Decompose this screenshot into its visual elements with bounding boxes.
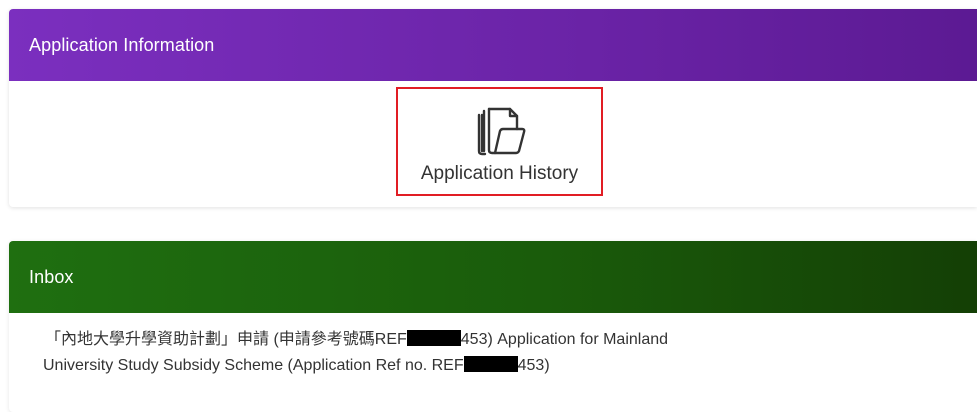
inbox-message-item[interactable]: 「內地大學升學資助計劃」申請 (申請參考號碼REF 453) Applicatio… xyxy=(9,313,977,379)
message-line-1-suffix: 453) Application for Mainland xyxy=(460,331,669,348)
application-history-button[interactable]: Application History xyxy=(396,87,603,196)
application-information-header: Application Information xyxy=(9,9,977,81)
inbox-header: Inbox xyxy=(9,241,977,313)
application-information-card: Application Information Application Hist… xyxy=(9,9,977,207)
message-line-1-prefix: 「內地大學升學資助計劃」申請 (申請參考號碼REF xyxy=(45,331,407,348)
redacted-ref-number xyxy=(406,330,461,346)
folders-icon xyxy=(477,107,525,156)
message-line-2-suffix: 453) xyxy=(517,357,550,374)
application-information-body: Application History xyxy=(9,81,977,207)
inbox-title: Inbox xyxy=(29,266,74,287)
application-information-title: Application Information xyxy=(29,34,215,55)
page: Application Information Application Hist… xyxy=(0,0,977,412)
inbox-message-line-2: University Study Subsidy Scheme (Applica… xyxy=(43,353,977,379)
inbox-message-line-1: 「內地大學升學資助計劃」申請 (申請參考號碼REF 453) Applicatio… xyxy=(45,327,977,353)
inbox-card: Inbox 「內地大學升學資助計劃」申請 (申請參考號碼REF 453) Appl… xyxy=(9,241,977,412)
application-history-label: Application History xyxy=(420,163,579,184)
redacted-ref-number xyxy=(463,356,518,372)
message-line-2-prefix: University Study Subsidy Scheme (Applica… xyxy=(43,357,464,374)
